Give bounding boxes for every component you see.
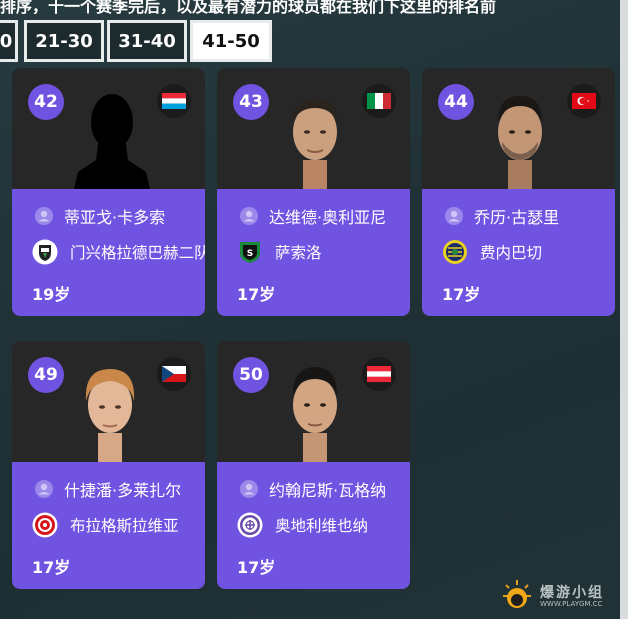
player-portrait [293, 98, 337, 189]
sassuolo-crest-icon: S [240, 242, 260, 263]
rank-badge: 43 [233, 84, 269, 120]
tab-partial[interactable]: 0 [0, 20, 18, 62]
turkey-flag [567, 84, 601, 118]
player-name: 约翰尼斯·瓦格纳 [269, 481, 387, 500]
site-watermark: 爆游小组 WWW.PLAYGM.CC [498, 578, 622, 614]
partial-header-strip: 排序，十一个赛季完后，以及最有潜力的球员都在我们下这里的排名前 [0, 0, 628, 14]
luxembourg-flag [157, 84, 191, 118]
player-card[interactable]: 42 蒂亚戈·卡多索 门兴格拉德巴赫二队 19岁 [12, 68, 205, 316]
card-portrait-area: 50 [217, 341, 410, 462]
player-name: 蒂亚戈·卡多索 [64, 208, 166, 227]
person-icon [35, 207, 53, 225]
rank-badge: 49 [28, 357, 64, 393]
svg-text:S: S [247, 249, 253, 259]
person-icon [35, 480, 53, 498]
player-name: 乔历·古瑟里 [474, 208, 560, 227]
player-age: 17岁 [237, 558, 276, 577]
club-name: 费内巴切 [480, 244, 543, 262]
window-edge [620, 0, 628, 619]
austria-flag [362, 357, 396, 391]
club-name: 奥地利维也纳 [275, 517, 369, 535]
player-card[interactable]: 43 达维德·奥利亚尼 S 萨索洛 17岁 [217, 68, 410, 316]
person-icon [240, 207, 258, 225]
tab-41-50[interactable]: 41-50 [190, 20, 272, 62]
person-icon [445, 207, 463, 225]
rank-badge: 42 [28, 84, 64, 120]
italy-flag [362, 84, 396, 118]
fenerbahce-crest-icon [443, 240, 467, 264]
player-name: 什捷潘·多莱扎尔 [64, 481, 182, 500]
player-card[interactable]: 49 什捷潘·多莱扎尔 布拉格斯拉维亚 17岁 [12, 341, 205, 589]
club-name: 布拉格斯拉维亚 [70, 517, 179, 535]
card-info: 什捷潘·多莱扎尔 布拉格斯拉维亚 17岁 [12, 462, 205, 589]
card-info: 乔历·古瑟里 费内巴切 17岁 [422, 189, 615, 316]
player-age: 17岁 [32, 558, 71, 577]
rank-badge: 50 [233, 357, 269, 393]
club-name: 萨索洛 [275, 244, 322, 262]
card-portrait-area: 49 [12, 341, 205, 462]
player-portrait [85, 369, 135, 462]
tab-31-40[interactable]: 31-40 [107, 20, 187, 62]
sun-logo-icon [503, 580, 531, 608]
gladbach-crest-icon [32, 239, 58, 265]
card-info: 约翰尼斯·瓦格纳 奥地利维也纳 17岁 [217, 462, 410, 589]
card-info: 蒂亚戈·卡多索 门兴格拉德巴赫二队 19岁 [12, 189, 205, 316]
slavia-crest-icon [32, 512, 58, 538]
player-portrait [498, 96, 542, 189]
player-age: 19岁 [32, 285, 71, 304]
card-portrait-area: 44 [422, 68, 615, 189]
player-portrait [293, 367, 337, 462]
header-title: 排序，十一个赛季完后，以及最有潜力的球员都在我们下这里的排名前 [0, 0, 497, 14]
person-icon [240, 480, 258, 498]
player-name: 达维德·奥利亚尼 [269, 208, 387, 227]
player-card[interactable]: 44 乔历·古瑟里 费内巴切 17岁 [422, 68, 615, 316]
player-card[interactable]: 50 约翰尼斯·瓦格纳 奥地利维也纳 17岁 [217, 341, 410, 589]
club-name: 门兴格拉德巴赫二队 [70, 244, 205, 262]
austria-wien-crest-icon [237, 512, 263, 538]
watermark-url: WWW.PLAYGM.CC [540, 600, 603, 608]
czech-flag [157, 357, 191, 391]
tab-21-30[interactable]: 21-30 [24, 20, 104, 62]
card-portrait-area: 43 [217, 68, 410, 189]
watermark-text: 爆游小组 [540, 585, 604, 601]
rank-badge: 44 [438, 84, 474, 120]
card-info: 达维德·奥利亚尼 S 萨索洛 17岁 [217, 189, 410, 316]
player-age: 17岁 [442, 285, 481, 304]
silhouette-portrait [74, 94, 150, 189]
player-age: 17岁 [237, 285, 276, 304]
card-portrait-area: 42 [12, 68, 205, 189]
